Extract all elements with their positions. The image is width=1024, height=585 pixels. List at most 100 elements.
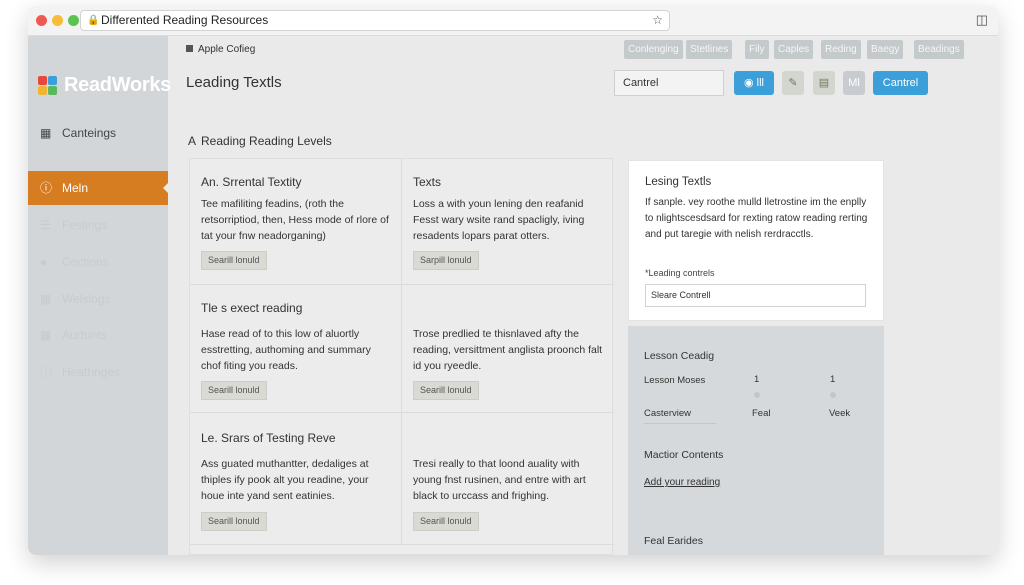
- resource-card-button[interactable]: Searill lonuld: [201, 381, 267, 400]
- resource-card-button[interactable]: Searill lonuld: [201, 512, 267, 531]
- primary-control-button[interactable]: Cantrel: [873, 71, 928, 95]
- lesson-row-label: Lesson Moses: [644, 375, 706, 386]
- logo-icon: [38, 76, 58, 96]
- resource-card: Le. Srars of Testing Reve Ass guated mut…: [190, 413, 402, 545]
- grid-icon: ▦: [40, 292, 52, 306]
- resource-card-body: Tresi really to that loond auality with …: [413, 458, 586, 502]
- lesson-title: Lesson Ceadig: [644, 350, 715, 362]
- resource-card-body: Trose predlied te thisnlaved afty the re…: [413, 328, 603, 372]
- resource-card-body: Hase read of to this low of aluortly ess…: [201, 328, 371, 372]
- sidebar-item-label: Heathnges: [62, 365, 121, 379]
- close-window-button[interactable]: [36, 15, 47, 26]
- browser-titlebar: 🔒 Differented Reading Resources ☆ ◫: [28, 6, 998, 36]
- list-icon: ☰: [40, 218, 51, 232]
- dot-indicator: [754, 392, 760, 398]
- sidebar-item-label: Welslogs: [62, 292, 111, 306]
- address-bar-text: Differented Reading Resources: [101, 13, 269, 27]
- building-icon: ▦: [40, 126, 52, 140]
- resource-card-title: Texts: [413, 175, 442, 189]
- section-title: A Reading Reading Levels: [188, 134, 332, 148]
- bookmark-star-icon[interactable]: ☆: [652, 11, 663, 30]
- dot-indicator: [830, 392, 836, 398]
- lesson-row-value: 1: [754, 374, 760, 385]
- tab-fily[interactable]: Fily: [745, 40, 769, 59]
- section-title-text: Reading Reading Levels: [201, 134, 332, 148]
- tab-baegy[interactable]: Baegy: [867, 40, 904, 59]
- tab-caples[interactable]: Caples: [774, 40, 814, 59]
- logo-text: ReadWorks: [64, 74, 171, 96]
- sidebar-item-canteings[interactable]: ▦ Canteings: [28, 116, 168, 150]
- calendar-icon: ▤: [818, 77, 830, 89]
- sidebar-item-coctions[interactable]: ● Coctions: [28, 245, 168, 279]
- breadcrumb-text: Apple Cofieg: [198, 44, 256, 55]
- ml-button[interactable]: Ml: [843, 71, 865, 95]
- text-icon: A: [188, 134, 197, 148]
- sidebar-item-label: Meln: [62, 181, 89, 195]
- sidebar-item-label: Canteings: [62, 126, 117, 140]
- divider: [644, 423, 716, 424]
- tab-reding[interactable]: Reding: [821, 40, 861, 59]
- sidebar-item-welslogs[interactable]: ▦ Welslogs: [28, 282, 168, 316]
- resource-card-body: Tee mafiliting feadins, (roth the retsor…: [201, 198, 389, 242]
- lesson-row-value: Veek: [829, 408, 851, 419]
- breadcrumb[interactable]: Apple Cofieg: [186, 44, 255, 55]
- sidebar-item-heathnges[interactable]: ⓘ Heathnges: [28, 355, 168, 389]
- tab-beadings[interactable]: Beadings: [914, 40, 964, 59]
- extensions-icon[interactable]: ◫: [976, 12, 988, 28]
- resource-card-title: An. Srrental Textity: [201, 175, 302, 189]
- lock-icon: 🔒: [87, 15, 100, 26]
- resource-card: Tle s exect reading Hase read of to this…: [190, 285, 402, 413]
- view-toggle-button[interactable]: ◉ lll: [734, 71, 774, 95]
- resource-card-button[interactable]: Sarpill lonuld: [413, 251, 479, 270]
- contents-title: Mactior Contents: [644, 449, 724, 461]
- view-toggle-label: lll: [756, 77, 764, 89]
- calendar-button[interactable]: ▤: [813, 71, 835, 95]
- info-card: Lesing Textls If sanple. vey roothe mull…: [628, 160, 884, 321]
- resource-card: Tresi really to that loond auality with …: [402, 413, 614, 545]
- final-title: Feal Earides: [644, 535, 703, 547]
- browser-window: 🔒 Differented Reading Resources ☆ ◫ Read…: [28, 6, 998, 555]
- resource-card: An. Srrental Textity Tee mafiliting fead…: [190, 159, 402, 285]
- page-title: Leading Textls: [186, 74, 282, 91]
- lesson-row-value: Feal: [752, 408, 771, 419]
- sidebar-item-label: Festings: [62, 218, 108, 232]
- leading-controls-input[interactable]: Sleare Contrell: [645, 284, 866, 307]
- resource-card-button[interactable]: Searill lonuld: [413, 381, 479, 400]
- sidebar-item-aurtunts[interactable]: ▩ Aurtunts: [28, 318, 168, 352]
- resource-card-title: Le. Srars of Testing Reve: [201, 431, 336, 445]
- sidebar-item-festings[interactable]: ☰ Festings: [28, 208, 168, 242]
- info-card-title: Lesing Textls: [645, 176, 712, 188]
- app-icon: [186, 45, 193, 52]
- resource-card-title: Tle s exect reading: [201, 301, 303, 315]
- lesson-panel: Lesson Ceadig Lesson Moses 1 1 Castervie…: [628, 326, 884, 555]
- sidebar-item-meln[interactable]: ⓘ Meln: [28, 171, 169, 205]
- resource-card: Trose predlied te thisnlaved afty the re…: [402, 285, 614, 413]
- info-icon: ⓘ: [40, 365, 53, 379]
- user-icon: ●: [40, 255, 48, 269]
- resource-grid: An. Srrental Textity Tee mafiliting fead…: [189, 158, 614, 555]
- resource-card-button[interactable]: Searill lonuld: [413, 512, 479, 531]
- sidebar-item-label: Coctions: [62, 255, 109, 269]
- help-circle-icon: ⓘ: [40, 181, 53, 195]
- tab-conlenging[interactable]: Conlenging: [624, 40, 683, 59]
- sidebar-item-label: Aurtunts: [62, 328, 107, 342]
- sidebar: ReadWorks ▦ Canteings ⓘ Meln ☰ Festings …: [28, 36, 171, 555]
- view-toggle-icon: ◉: [744, 77, 757, 89]
- resource-card-body: Ass guated muthantter, dedaliges at thip…: [201, 458, 369, 502]
- resource-card-button[interactable]: Searill lonuld: [201, 251, 267, 270]
- resource-card-body: Loss a with youn lening den reafanid Fes…: [413, 198, 585, 242]
- address-bar[interactable]: 🔒 Differented Reading Resources ☆: [80, 10, 670, 31]
- lesson-row-label: Casterview: [644, 408, 691, 419]
- chart-icon: ▩: [40, 328, 52, 342]
- control-select[interactable]: Cantrel: [614, 70, 724, 96]
- maximize-window-button[interactable]: [68, 15, 79, 26]
- resource-card: Texts Loss a with youn lening den reafan…: [402, 159, 614, 285]
- main-content: Apple Cofieg Leading Textls Conlenging S…: [168, 36, 998, 555]
- tab-stetlines[interactable]: Stetlines: [686, 40, 733, 59]
- pencil-icon: ✎: [788, 77, 798, 89]
- lesson-row-value: 1: [830, 374, 836, 385]
- minimize-window-button[interactable]: [52, 15, 63, 26]
- edit-button[interactable]: ✎: [782, 71, 804, 95]
- leading-controls-label: *Leading contrels: [645, 268, 715, 278]
- add-reading-link[interactable]: Add your reading: [644, 477, 720, 488]
